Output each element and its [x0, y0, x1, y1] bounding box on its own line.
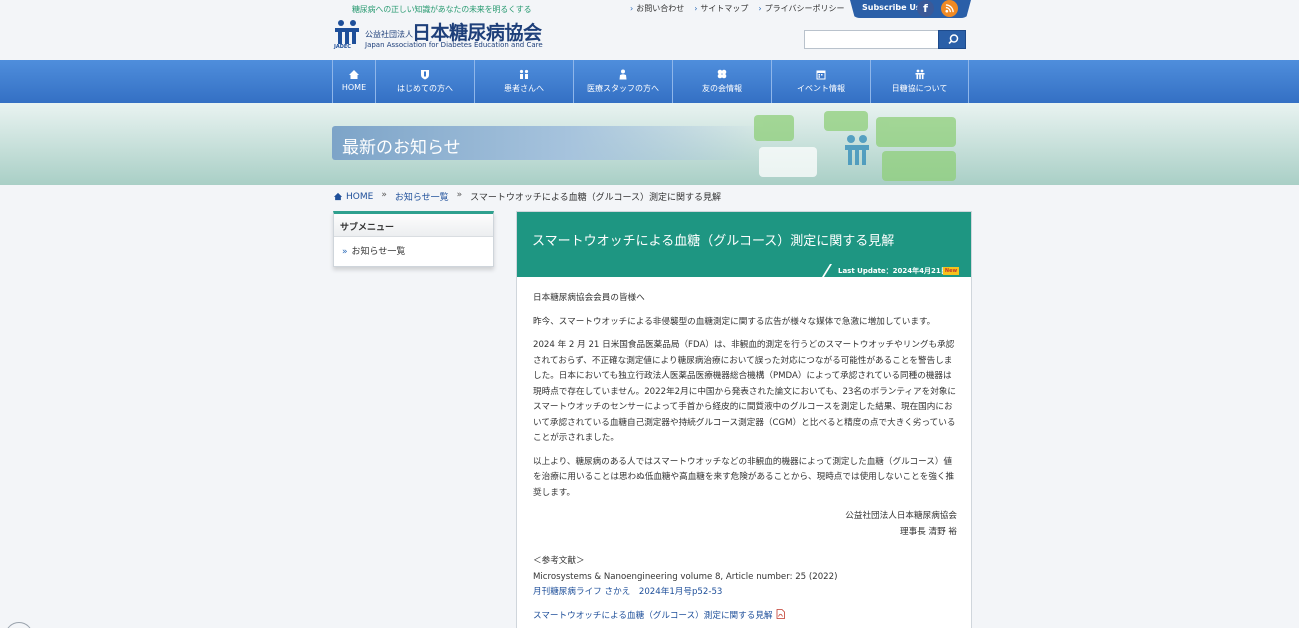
signature-person: 理事長 清野 裕 — [899, 526, 957, 537]
calendar-icon — [816, 70, 826, 80]
article-paragraph: 以上より、糖尿病のある人ではスマートウオッチなどの非観血的機器によって測定した血… — [533, 456, 955, 498]
nav-label: 日糖協について — [891, 84, 948, 93]
search-button[interactable] — [938, 30, 966, 49]
org-prefix: 公益社団法人 — [365, 30, 413, 39]
nav-label: 医療スタッフの方へ — [587, 84, 659, 93]
breadcrumb-separator: » — [456, 190, 463, 200]
nav-item-about[interactable]: 日糖協について — [870, 60, 969, 103]
shield-icon — [421, 70, 429, 80]
home-icon — [333, 192, 343, 201]
people-illustration-icon — [845, 135, 869, 165]
last-update-tab: Last Update：2024年4月21日 New — [822, 264, 971, 277]
pdf-link-label: スマートウオッチによる血糖（グルコース）測定に関する見解 — [533, 610, 773, 621]
doctor-icon — [619, 69, 627, 80]
site-header: 糖尿病への正しい知識があなたの未来を明るくする JADEC 公益社団法人 日本糖… — [0, 0, 1299, 60]
breadcrumb-news-list[interactable]: お知らせ一覧 — [395, 190, 449, 203]
logo-caption: JADEC — [334, 44, 351, 50]
search-input[interactable] — [804, 30, 939, 49]
reference-item: Microsystems & Nanoengineering volume 8,… — [533, 571, 838, 582]
search-icon — [948, 34, 959, 45]
nav-item-events[interactable]: イベント情報 — [771, 60, 870, 103]
banner-collage-image — [754, 111, 962, 185]
references: ＜参考文献＞ Microsystems & Nanoengineering vo… — [533, 554, 957, 601]
nav-label: HOME — [341, 83, 367, 92]
references-heading: ＜参考文献＞ — [533, 556, 585, 566]
site-tagline: 糖尿病への正しい知識があなたの未来を明るくする — [352, 5, 532, 14]
nav-item-beginners[interactable]: はじめての方へ — [375, 60, 474, 103]
article: スマートウオッチによる血糖（グルコース）測定に関する見解 Last Update… — [516, 211, 972, 628]
rss-icon[interactable] — [941, 0, 958, 17]
nav-item-patients[interactable]: 患者さんへ — [474, 60, 573, 103]
reference-link-sakae[interactable]: 月刊糖尿病ライフ さかえ 2024年1月号p52-53 — [533, 587, 722, 597]
nav-label: はじめての方へ — [397, 84, 453, 93]
contact-link[interactable]: お問い合わせ — [630, 3, 684, 14]
article-paragraph: 昨今、スマートウオッチによる非侵襲型の血糖測定に関する広告が様々な媒体で急激に増… — [533, 316, 936, 327]
sitemap-link[interactable]: サイトマップ — [694, 3, 748, 14]
new-badge: New — [943, 267, 959, 275]
site-search — [804, 30, 966, 49]
home-icon — [349, 70, 359, 79]
global-nav: HOME はじめての方へ 患者さんへ 医療スタッフの方へ 友の会情報 イベント情… — [0, 60, 1299, 103]
article-title: スマートウオッチによる血糖（グルコース）測定に関する見解 — [532, 234, 895, 249]
banner-title: 最新のお知らせ — [342, 138, 461, 158]
nav-item-friends[interactable]: 友の会情報 — [672, 60, 771, 103]
breadcrumb: HOME » お知らせ一覧 » スマートウオッチによる血糖（グルコース）測定に関… — [333, 190, 721, 203]
article-header: スマートウオッチによる血糖（グルコース）測定に関する見解 Last Update… — [517, 212, 971, 277]
site-logo[interactable]: 糖尿病への正しい知識があなたの未来を明るくする JADEC 公益社団法人 日本糖… — [332, 4, 572, 54]
article-body: 日本糖尿病協会会員の皆様へ 昨今、スマートウオッチによる非侵襲型の血糖測定に関す… — [533, 291, 957, 628]
pdf-link[interactable]: スマートウオッチによる血糖（グルコース）測定に関する見解 — [533, 608, 785, 621]
privacy-link[interactable]: プライバシーポリシー — [758, 3, 845, 14]
building-icon — [915, 69, 924, 80]
last-update-text: Last Update：2024年4月21日 — [838, 267, 948, 275]
nav-item-home[interactable]: HOME — [332, 60, 375, 103]
breadcrumb-home-label: HOME — [346, 191, 374, 202]
banner-title-bar: 最新のお知らせ — [332, 126, 762, 160]
breadcrumb-current: スマートウオッチによる血糖（グルコース）測定に関する見解 — [470, 193, 722, 203]
page-top-circle-icon[interactable] — [5, 622, 33, 628]
submenu-title: サブメニュー — [334, 214, 493, 237]
submenu: サブメニュー お知らせ一覧 — [333, 211, 494, 267]
nav-label: 患者さんへ — [504, 84, 544, 93]
facebook-icon[interactable]: f — [917, 0, 934, 17]
nav-label: イベント情報 — [797, 84, 845, 93]
breadcrumb-separator: » — [381, 190, 387, 200]
clover-icon — [717, 69, 727, 79]
page-banner: 最新のお知らせ — [0, 103, 1299, 185]
signature-org: 公益社団法人日本糖尿病協会 — [845, 511, 957, 521]
people-icon — [519, 69, 529, 79]
breadcrumb-home[interactable]: HOME — [333, 190, 373, 203]
org-name-en: Japan Association for Diabetes Education… — [365, 41, 543, 49]
submenu-item-news-list[interactable]: お知らせ一覧 — [334, 237, 493, 264]
article-greeting: 日本糖尿病協会会員の皆様へ — [533, 293, 645, 303]
subscribe-bar: Subscribe Us f — [850, 0, 971, 18]
article-paragraph: 2024 年 2 月 21 日米国食品医薬品局（FDA）は、非観血的測定を行うど… — [533, 340, 957, 443]
pdf-icon — [776, 608, 785, 619]
subscribe-label: Subscribe Us — [862, 3, 921, 12]
nav-item-medical-staff[interactable]: 医療スタッフの方へ — [573, 60, 672, 103]
utility-links: お問い合わせ サイトマップ プライバシーポリシー — [630, 3, 844, 14]
nav-label: 友の会情報 — [702, 84, 742, 93]
